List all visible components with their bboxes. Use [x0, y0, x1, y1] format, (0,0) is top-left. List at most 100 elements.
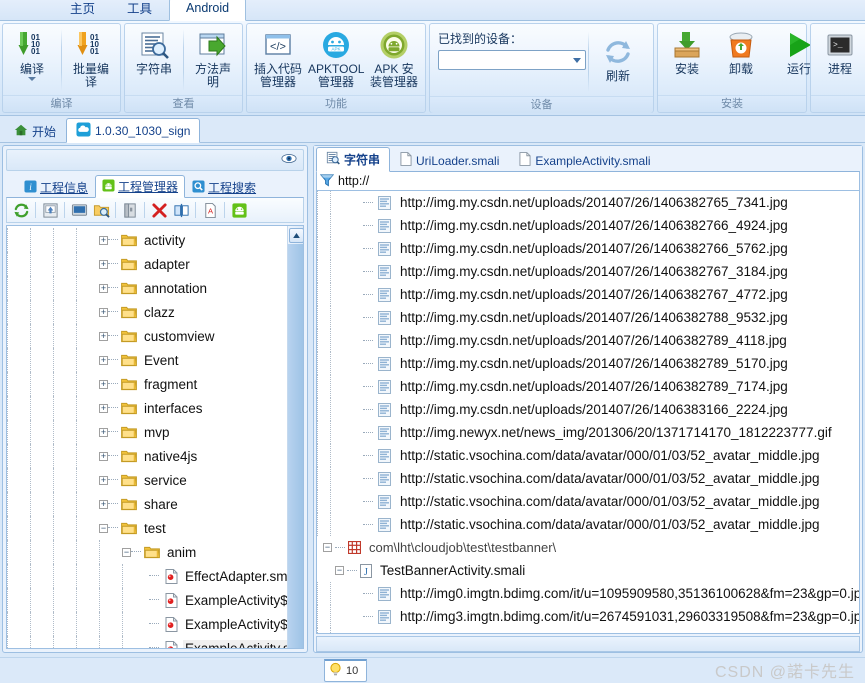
doc-tab-start[interactable]: 开始	[4, 120, 66, 142]
url-list-item[interactable]: http://static.vsochina.com/data/avatar/0…	[317, 467, 859, 490]
editor-tab-exampleactivity[interactable]: ExampleActivity.smali	[509, 149, 660, 171]
archive-icon[interactable]	[120, 200, 140, 220]
tree-item[interactable]: ExampleActivity$1.s	[7, 588, 288, 612]
url-filter-bar[interactable]: http://	[316, 171, 860, 191]
apktool-manager-button[interactable]: APK APKTOOL管理器	[307, 27, 365, 89]
ribbon-tab-android[interactable]: Android	[169, 0, 247, 21]
string-entry-icon	[378, 494, 391, 509]
text-file-icon[interactable]: A	[200, 200, 220, 220]
tree-vertical-scrollbar[interactable]	[287, 226, 303, 648]
tree-item[interactable]: − test	[7, 516, 288, 540]
process-button[interactable]: >_ 进程	[813, 27, 865, 76]
tree-item[interactable]: EffectAdapter.smali	[7, 564, 288, 588]
ribbon-tab-tools[interactable]: 工具	[112, 0, 167, 20]
strings-list[interactable]: http://img.my.csdn.net/uploads/201407/26…	[317, 191, 859, 633]
tree-item[interactable]: + customview	[7, 324, 288, 348]
tree-expand-toggle[interactable]: +	[99, 379, 108, 389]
refresh-green-icon[interactable]	[11, 200, 31, 220]
tree-item[interactable]: − anim	[7, 540, 288, 564]
url-list-item[interactable]: http://static.vsochina.com/data/avatar/0…	[317, 513, 859, 536]
tree-expand-toggle[interactable]: +	[99, 403, 108, 413]
tab-project-manager[interactable]: 工程管理器	[95, 175, 186, 198]
android-app-icon[interactable]	[229, 200, 249, 220]
folder-search-icon[interactable]	[91, 200, 111, 220]
url-list-item[interactable]: http://img.my.csdn.net/uploads/201407/26…	[317, 306, 859, 329]
tree-item[interactable]: ExampleActivity.sma	[7, 636, 288, 648]
scroll-up-arrow-icon[interactable]	[289, 228, 303, 243]
editor-tab-strings[interactable]: 字符串	[316, 147, 391, 172]
doc-tab-project[interactable]: 1.0.30_1030_sign	[66, 118, 201, 143]
tree-connector	[363, 224, 373, 227]
url-list-item[interactable]: http://img.my.csdn.net/uploads/201407/26…	[317, 191, 859, 214]
url-list-item[interactable]: http://img.my.csdn.net/uploads/201407/26…	[317, 260, 859, 283]
install-button[interactable]: 安装	[660, 27, 714, 76]
chevron-down-icon[interactable]	[28, 77, 36, 81]
eye-icon[interactable]	[281, 153, 297, 167]
tree-collapse-toggle[interactable]: −	[335, 566, 344, 575]
tab-project-search[interactable]: 工程搜索	[185, 177, 263, 197]
url-list-item[interactable]: http://img.my.csdn.net/uploads/201407/26…	[317, 237, 859, 260]
divider	[144, 202, 145, 218]
tree-expand-toggle[interactable]: +	[99, 475, 108, 485]
url-list-item[interactable]: http://img.my.csdn.net/uploads/201407/26…	[317, 352, 859, 375]
tab-project-info[interactable]: i 工程信息	[17, 177, 95, 197]
tree-collapse-toggle[interactable]: −	[323, 543, 332, 552]
batch-compile-button[interactable]: 01 10 01 批量编译	[64, 27, 118, 89]
tree-collapse-toggle[interactable]: −	[122, 547, 131, 557]
delete-red-x-icon[interactable]	[149, 200, 169, 220]
tree-item-label: adapter	[144, 256, 190, 272]
tree-expand-toggle[interactable]: +	[99, 355, 108, 365]
string-button[interactable]: 字符串	[127, 27, 181, 76]
tree-expand-toggle[interactable]: +	[99, 451, 108, 461]
editor-tab-uriloader[interactable]: UriLoader.smali	[390, 149, 509, 171]
compare-icon[interactable]	[171, 200, 191, 220]
url-list-item[interactable]: http://img.my.csdn.net/uploads/201407/26…	[317, 214, 859, 237]
tree-expand-toggle[interactable]: +	[99, 259, 108, 269]
tree-expand-toggle[interactable]: +	[99, 331, 108, 341]
url-list-item[interactable]: http://img3.imgtn.bdimg.com/it/u=2674591…	[317, 605, 859, 628]
url-list-item[interactable]: http://static.vsochina.com/data/avatar/0…	[317, 490, 859, 513]
url-list-item[interactable]: http://static.vsochina.com/data/avatar/0…	[317, 444, 859, 467]
uninstall-button[interactable]: 卸载	[714, 27, 768, 76]
project-tree[interactable]: + activity + adapter + annotation + clazz + custo…	[7, 226, 288, 648]
apk-install-manager-button[interactable]: APK 安装管理器	[365, 27, 423, 89]
compile-button[interactable]: 01 10 01 编译	[5, 27, 59, 81]
ribbon-tab-home[interactable]: 主页	[55, 0, 110, 20]
tree-item[interactable]: + annotation	[7, 276, 288, 300]
device-combobox[interactable]	[438, 50, 586, 70]
file-node[interactable]: − J TestBannerActivity.smali	[317, 559, 859, 582]
scroll-thumb[interactable]	[288, 244, 303, 648]
tree-expand-toggle[interactable]: +	[99, 427, 108, 437]
method-declare-button[interactable]: 方法声明	[186, 27, 240, 89]
tree-item[interactable]: + clazz	[7, 300, 288, 324]
insert-code-manager-button[interactable]: </> 插入代码管理器	[249, 27, 307, 89]
tree-item[interactable]: + share	[7, 492, 288, 516]
package-node[interactable]: − com\lht\cloudjob\test\testbanner\	[317, 536, 859, 559]
tree-item[interactable]: + native4js	[7, 444, 288, 468]
tree-expand-toggle[interactable]: +	[99, 499, 108, 509]
refresh-device-button[interactable]: 刷新	[591, 30, 645, 83]
export-icon[interactable]	[40, 200, 60, 220]
url-list-item[interactable]: http://img3.imgtn.bdimg.com/it/u=2674591…	[317, 628, 859, 633]
status-tab-count[interactable]: 10	[324, 659, 368, 682]
url-list-item[interactable]: http://img0.imgtn.bdimg.com/it/u=1095909…	[317, 582, 859, 605]
url-list-item[interactable]: http://img.my.csdn.net/uploads/201407/26…	[317, 398, 859, 421]
url-list-item[interactable]: http://img.my.csdn.net/uploads/201407/26…	[317, 329, 859, 352]
tree-connector	[108, 503, 118, 505]
url-list-item[interactable]: http://img.my.csdn.net/uploads/201407/26…	[317, 283, 859, 306]
tree-item[interactable]: ExampleActivity$2.s	[7, 612, 288, 636]
tree-item[interactable]: + adapter	[7, 252, 288, 276]
tree-item[interactable]: + interfaces	[7, 396, 288, 420]
tree-item[interactable]: + mvp	[7, 420, 288, 444]
tree-collapse-toggle[interactable]: −	[99, 523, 108, 533]
tree-item[interactable]: + Event	[7, 348, 288, 372]
tree-item[interactable]: + service	[7, 468, 288, 492]
tree-expand-toggle[interactable]: +	[99, 283, 108, 293]
tree-expand-toggle[interactable]: +	[99, 235, 108, 245]
screen-icon[interactable]	[69, 200, 89, 220]
url-list-item[interactable]: http://img.newyx.net/news_img/201306/20/…	[317, 421, 859, 444]
tree-item[interactable]: + fragment	[7, 372, 288, 396]
url-list-item[interactable]: http://img.my.csdn.net/uploads/201407/26…	[317, 375, 859, 398]
tree-item[interactable]: + activity	[7, 228, 288, 252]
tree-expand-toggle[interactable]: +	[99, 307, 108, 317]
